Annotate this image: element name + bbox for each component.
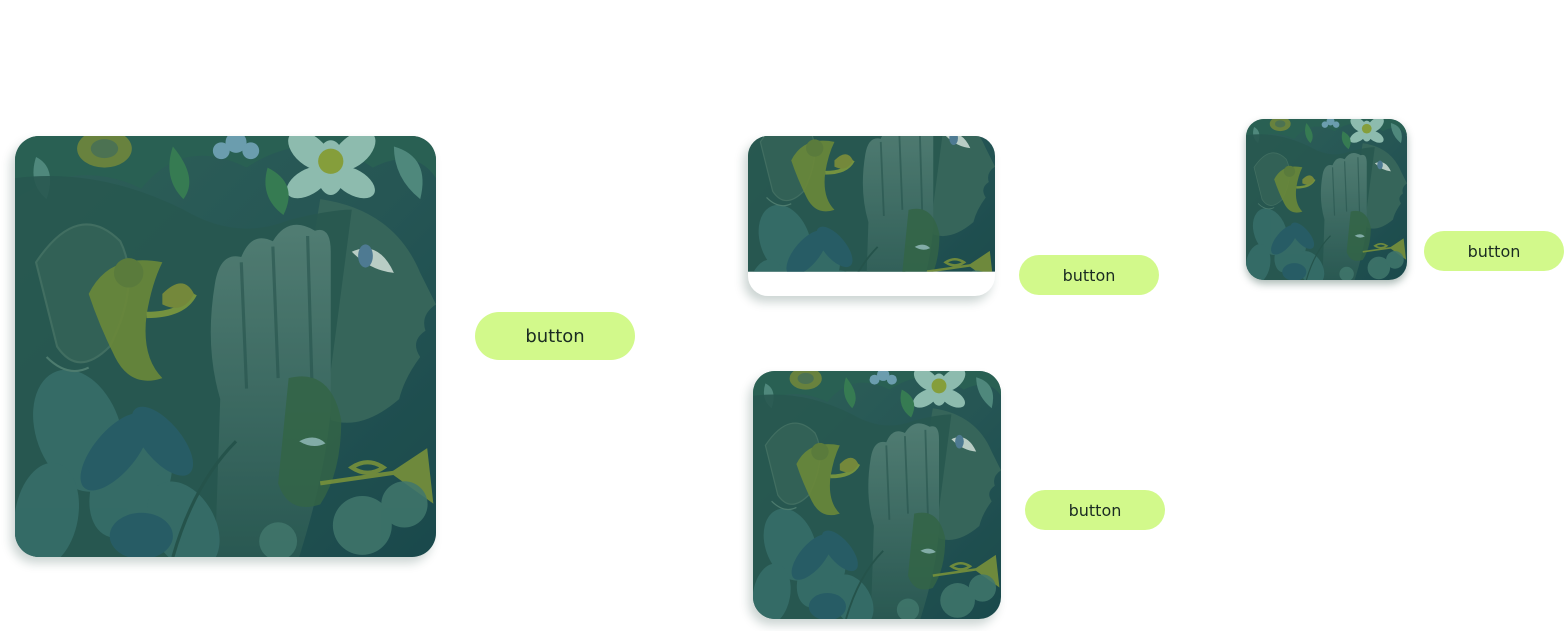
card-small-button[interactable]: button [1424, 231, 1564, 271]
card-large-button[interactable]: button [475, 312, 635, 360]
forest-portrait-illustration [753, 371, 1001, 619]
image-card-wide [748, 136, 995, 296]
forest-portrait-illustration [748, 136, 995, 296]
forest-portrait-illustration [1246, 119, 1407, 280]
image-card-small [1246, 119, 1407, 280]
forest-portrait-illustration [15, 136, 436, 557]
card-wide-button[interactable]: button [1019, 255, 1159, 295]
image-card-large [15, 136, 436, 557]
card-square-button[interactable]: button [1025, 490, 1165, 530]
image-card-square [753, 371, 1001, 619]
